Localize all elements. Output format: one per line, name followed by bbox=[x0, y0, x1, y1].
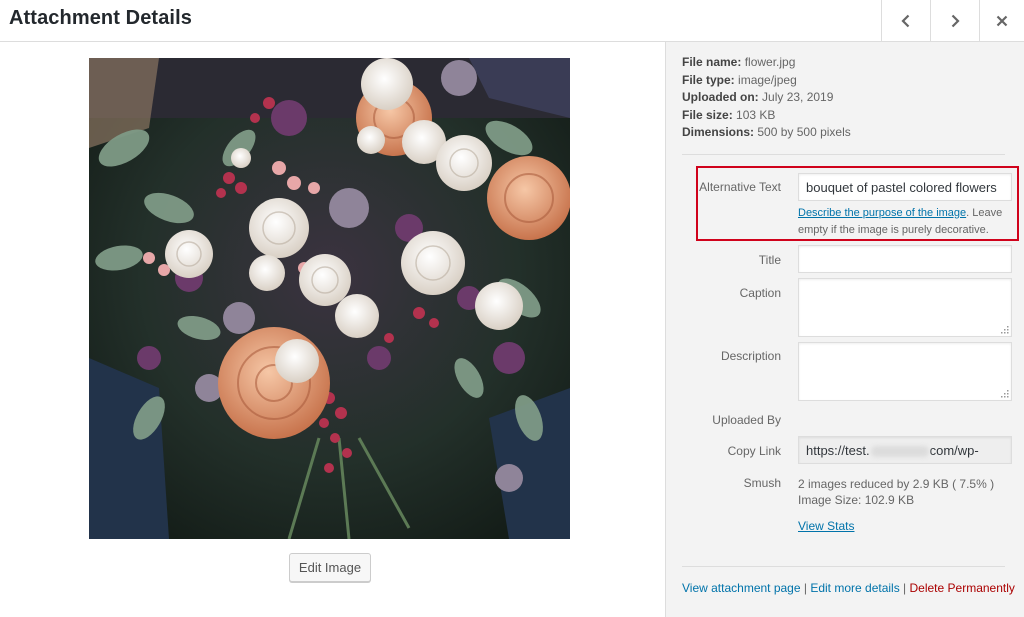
view-attachment-page-link[interactable]: View attachment page bbox=[682, 581, 801, 595]
chevron-right-icon bbox=[951, 14, 960, 27]
dimensions-row: Dimensions: 500 by 500 pixels bbox=[682, 125, 851, 139]
file-size-row: File size: 103 KB bbox=[682, 107, 776, 122]
page-title: Attachment Details bbox=[9, 7, 192, 29]
copy-link-input[interactable]: https://test. com/wp- bbox=[798, 436, 1012, 464]
alt-text-label: Alternative Text bbox=[699, 180, 781, 194]
view-stats-link[interactable]: View Stats bbox=[798, 519, 854, 533]
next-button[interactable] bbox=[930, 0, 978, 41]
title-label: Title bbox=[758, 253, 781, 267]
file-size-value: 103 KB bbox=[736, 107, 776, 122]
smush-label: Smush bbox=[743, 476, 781, 490]
attachment-details-modal: Attachment Details Edit Image File name:… bbox=[0, 0, 1024, 617]
previous-button[interactable] bbox=[881, 0, 929, 41]
title-input[interactable] bbox=[798, 245, 1012, 273]
caption-textarea[interactable] bbox=[798, 278, 1012, 337]
divider bbox=[682, 566, 1005, 567]
resize-grip-icon[interactable] bbox=[1000, 389, 1009, 398]
edit-more-details-link[interactable]: Edit more details bbox=[810, 581, 899, 595]
uploaded-on-value: July 23, 2019 bbox=[762, 90, 834, 104]
alt-text-input[interactable]: bouquet of pastel colored flowers bbox=[798, 173, 1012, 201]
close-button[interactable] bbox=[979, 0, 1024, 41]
caption-label: Caption bbox=[739, 286, 781, 300]
file-type-value: image/jpeg bbox=[738, 72, 797, 87]
redacted-domain bbox=[870, 446, 929, 458]
alt-text-help: Describe the purpose of the image. Leave… bbox=[798, 207, 1003, 236]
modal-header: Attachment Details bbox=[0, 0, 1024, 42]
copy-link-label: Copy Link bbox=[727, 444, 781, 458]
dimensions-value: 500 by 500 pixels bbox=[757, 125, 851, 139]
smush-reduction: 2 images reduced by 2.9 KB ( 7.5% ) bbox=[798, 477, 995, 491]
file-name-row: File name: flower.jpg bbox=[682, 55, 796, 69]
file-name-value: flower.jpg bbox=[744, 55, 796, 69]
edit-image-button[interactable]: Edit Image bbox=[289, 553, 371, 582]
uploaded-on-row: Uploaded on: July 23, 2019 bbox=[682, 90, 834, 104]
attachment-image bbox=[89, 58, 570, 539]
description-label: Description bbox=[720, 349, 781, 363]
attachment-actions: View attachment page | Edit more details… bbox=[682, 581, 1015, 595]
file-details: File name: flower.jpg File type: image/j… bbox=[682, 54, 851, 142]
divider bbox=[682, 154, 1005, 155]
attachment-info-sidebar: File name: flower.jpg File type: image/j… bbox=[665, 42, 1024, 617]
uploaded-by-label: Uploaded By bbox=[712, 413, 781, 427]
close-icon bbox=[996, 15, 1008, 26]
description-textarea[interactable] bbox=[798, 342, 1012, 401]
media-preview: Edit Image bbox=[0, 42, 665, 617]
describe-purpose-link[interactable]: Describe the purpose of the image bbox=[798, 207, 966, 219]
file-type-row: File type: image/jpeg bbox=[682, 72, 797, 87]
delete-permanently-link[interactable]: Delete Permanently bbox=[910, 581, 1015, 595]
resize-grip-icon[interactable] bbox=[1000, 325, 1009, 334]
smush-image-size: Image Size: 102.9 KB bbox=[798, 493, 915, 507]
smush-stats: 2 images reduced by 2.9 KB ( 7.5% ) Imag… bbox=[798, 476, 994, 508]
chevron-left-icon bbox=[900, 14, 909, 27]
